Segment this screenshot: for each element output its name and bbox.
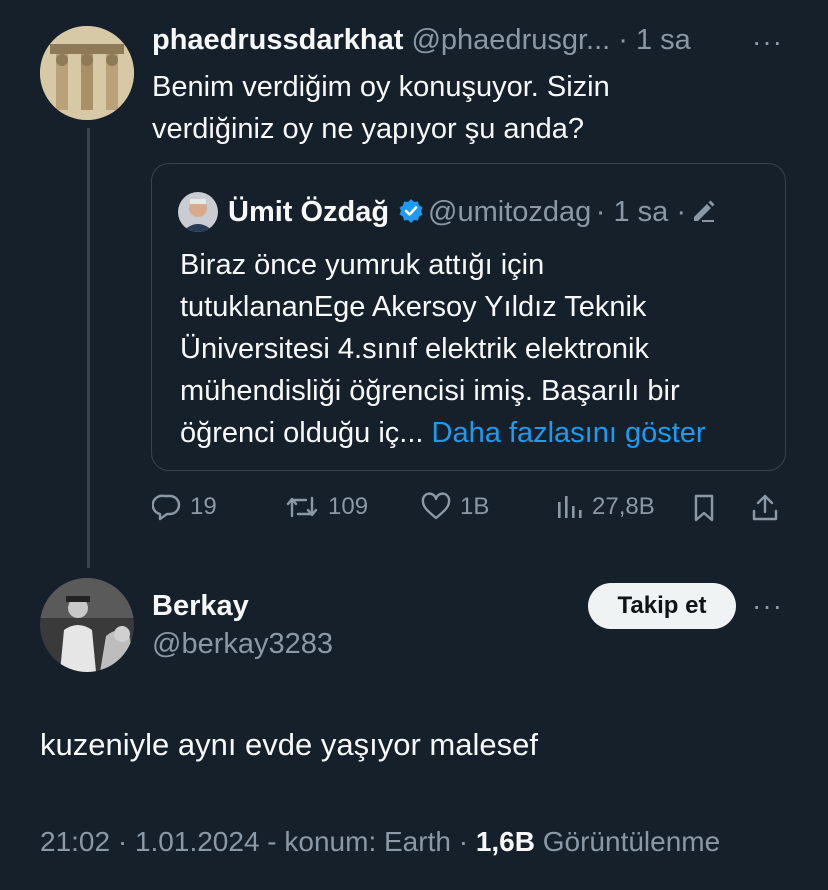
bookmark-button[interactable] — [690, 492, 718, 524]
share-icon — [752, 494, 778, 521]
quote-header: Ümit Özdağ @umitozdag · 1 sa · — [228, 196, 716, 229]
avatar-image — [40, 26, 134, 120]
tweet-text-line: verdiğiniz oy ne yapıyor şu anda? — [152, 113, 585, 145]
quoted-tweet-card[interactable]: Ümit Özdağ @umitozdag · 1 sa · Biraz önc… — [151, 163, 786, 471]
like-button[interactable]: 1B — [420, 492, 489, 522]
retweet-button[interactable]: 109 — [284, 492, 368, 522]
tweet-text-line: Benim verdiğim oy konuşuyor. Sizin — [152, 71, 610, 103]
thread-line — [87, 128, 90, 568]
more-options-icon[interactable]: ··· — [752, 590, 783, 622]
reply-avatar[interactable] — [40, 578, 134, 672]
quote-avatar-image — [178, 192, 218, 232]
views-button[interactable]: 27,8B — [554, 492, 655, 522]
tweet-text: Benim verdiğim oy konuşuyor. Sizin verdi… — [152, 66, 712, 150]
quote-text-line: Üniversitesi 4.sınıf elektrik elektronik — [180, 333, 649, 365]
views-chart-icon — [558, 496, 582, 518]
tweet-actions: 19 109 1B 27,8B — [152, 492, 792, 530]
user-handle[interactable]: @phaedrusgr... — [411, 24, 610, 56]
reply-avatar-image — [40, 578, 134, 672]
quote-text-truncated: öğrenci olduğu iç... — [180, 417, 424, 449]
reply-view-count: 1,6B — [475, 826, 535, 857]
follow-button[interactable]: Takip et — [588, 583, 736, 629]
bookmark-icon — [694, 494, 714, 522]
quote-text: Biraz önce yumruk attığı için tutuklanan… — [180, 244, 780, 454]
quote-text-line: tutuklananEge Akersoy Yıldız Teknik — [180, 291, 647, 323]
quote-text-line: öğrenci olduğu iç... Daha fazlasını göst… — [180, 412, 780, 454]
quote-display-name[interactable]: Ümit Özdağ — [228, 196, 389, 228]
timestamp-location[interactable]: 21:02 · 1.01.2024 - konum: Earth · — [40, 826, 468, 857]
reply-handle[interactable]: @berkay3283 — [152, 628, 333, 661]
reply-count: 19 — [190, 493, 217, 520]
quote-text-line: mühendisliği öğrencisi imiş. Başarılı bi… — [180, 375, 680, 407]
reply-button[interactable]: 19 — [152, 492, 217, 522]
display-name[interactable]: phaedrussdarkhat — [152, 24, 403, 56]
retweet-icon — [286, 496, 318, 518]
reply-icon — [152, 494, 181, 521]
quote-text-line: Biraz önce yumruk attığı için — [180, 249, 545, 281]
tweet-meta: 21:02 · 1.01.2024 - konum: Earth · 1,6B … — [40, 826, 720, 858]
show-more-link[interactable]: Daha fazlasını göster — [432, 417, 706, 449]
reply-display-name[interactable]: Berkay — [152, 590, 249, 623]
views-label: Görüntülenme — [542, 826, 721, 857]
quote-avatar[interactable] — [178, 192, 218, 232]
quote-handle[interactable]: @umitozdag — [428, 196, 591, 228]
tweet-time[interactable]: · 1 sa — [618, 24, 691, 56]
like-count: 1B — [460, 493, 490, 520]
tweet-header: phaedrussdarkhat @phaedrusgr... · 1 sa — [152, 24, 691, 57]
reply-text: kuzeniyle aynı evde yaşıyor malesef — [40, 727, 538, 762]
share-button[interactable] — [750, 492, 780, 524]
quote-time[interactable]: · 1 sa · — [596, 196, 686, 228]
view-count: 27,8B — [592, 493, 655, 520]
retweet-count: 109 — [328, 493, 369, 520]
heart-icon — [421, 492, 451, 520]
edit-icon — [690, 197, 716, 228]
avatar[interactable] — [40, 26, 134, 120]
more-options-icon[interactable]: ··· — [752, 26, 783, 58]
verified-badge-icon — [398, 198, 424, 229]
